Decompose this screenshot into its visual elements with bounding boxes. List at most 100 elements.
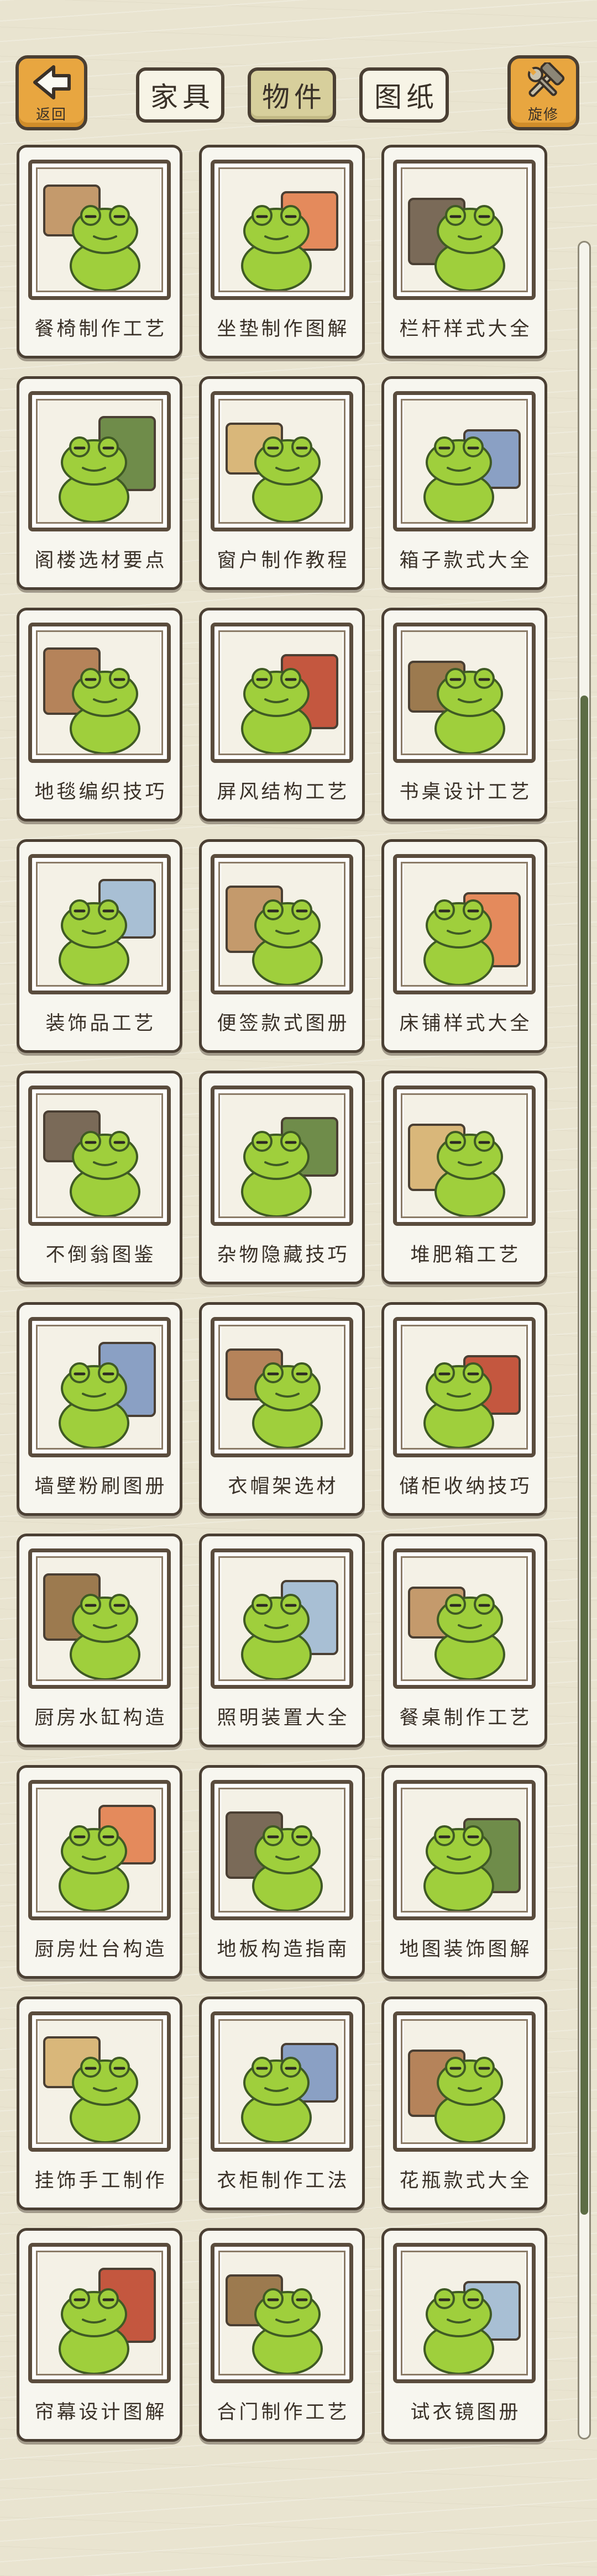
item-card[interactable]: 厨房灶台构造 [17,1765,182,1979]
frog-chair-icon [39,169,160,291]
item-picture-frame [211,391,353,531]
item-picture-frame [393,1548,536,1689]
item-title: 花瓶款式大全 [399,2170,532,2192]
item-card[interactable]: 餐桌制作工艺 [381,1534,547,1747]
back-arrow-icon [33,65,71,99]
item-card[interactable]: 照明装置大全 [199,1534,365,1747]
item-title: 箱子款式大全 [399,550,532,572]
item-picture [401,630,528,755]
item-picture [218,630,345,755]
item-card[interactable]: 厨房水缸构造 [17,1534,182,1747]
frog-hide-icon [221,1095,343,1216]
item-picture-frame [211,1548,353,1689]
item-card[interactable]: 窗户制作教程 [199,376,365,590]
item-picture-frame [28,391,171,531]
frog-coat-rack-icon [221,1326,343,1448]
item-card[interactable]: 阁楼选材要点 [17,376,182,590]
item-card[interactable]: 衣柜制作工法 [199,1996,365,2210]
item-card[interactable]: 书桌设计工艺 [381,608,547,821]
item-picture [218,1556,345,1681]
item-card[interactable]: 墙壁粉刷图册 [17,1302,182,1516]
item-picture-frame [393,2011,536,2152]
item-picture-frame [28,2011,171,2152]
item-picture [218,2251,345,2375]
item-picture-frame [393,160,536,300]
item-picture [36,2019,163,2144]
item-picture-frame [28,2243,171,2383]
item-picture [401,862,528,987]
tab-furniture[interactable]: 家具 [136,67,224,123]
item-title: 阁楼选材要点 [34,550,167,572]
item-picture [401,1093,528,1218]
item-card[interactable]: 餐椅制作工艺 [17,145,182,359]
frog-cushion-icon [221,169,343,291]
item-picture [36,1325,163,1450]
item-picture [401,399,528,524]
item-picture [36,1556,163,1681]
item-title: 试衣镜图册 [410,2401,521,2424]
item-picture-frame [393,1780,536,1920]
item-title: 便签款式图册 [217,1013,350,1035]
item-card[interactable]: 栏杆样式大全 [381,145,547,359]
item-picture-frame [28,1548,171,1689]
item-title: 栏杆样式大全 [399,318,532,340]
item-title: 帘幕设计图解 [34,2401,167,2424]
item-card[interactable]: 衣帽架选材 [199,1302,365,1516]
item-title: 照明装置大全 [217,1707,350,1729]
item-card[interactable]: 花瓶款式大全 [381,1996,547,2210]
item-card[interactable]: 床铺样式大全 [381,839,547,1053]
item-card[interactable]: 杂物隐藏技巧 [199,1071,365,1284]
item-card[interactable]: 帘幕设计图解 [17,2228,182,2442]
frog-screen-icon [221,632,343,754]
item-title: 衣帽架选材 [228,1476,339,1498]
item-picture-frame [211,2243,353,2383]
item-picture [36,167,163,292]
item-picture-frame [211,1317,353,1457]
item-title: 书桌设计工艺 [399,781,532,803]
item-picture-frame [211,623,353,763]
item-title: 不倒翁图鉴 [45,1244,156,1266]
item-card[interactable]: 不倒翁图鉴 [17,1071,182,1284]
item-picture [218,1788,345,1913]
item-picture-frame [211,854,353,994]
scrollbar-track[interactable] [578,241,591,2440]
item-picture-frame [393,854,536,994]
item-card[interactable]: 屏风结构工艺 [199,608,365,821]
item-card[interactable]: 堆肥箱工艺 [381,1071,547,1284]
item-card[interactable]: 储柜收纳技巧 [381,1302,547,1516]
frog-desk-icon [404,632,525,754]
item-picture-frame [28,160,171,300]
frog-map-icon [404,1789,525,1911]
back-button[interactable]: 返回 [15,55,87,130]
item-title: 厨房水缸构造 [34,1707,167,1729]
item-card[interactable]: 试衣镜图册 [381,2228,547,2442]
item-card[interactable]: 装饰品工艺 [17,839,182,1053]
item-card[interactable]: 地毯编织技巧 [17,608,182,821]
item-card[interactable]: 地板构造指南 [199,1765,365,1979]
item-title: 屏风结构工艺 [217,781,350,803]
item-title: 地图装饰图解 [399,1938,532,1961]
tool-button[interactable]: 旋修 [507,55,579,130]
wrench-hammer-icon [527,62,565,97]
item-title: 地毯编织技巧 [34,781,167,803]
item-picture-frame [393,1086,536,1226]
tab-objects[interactable]: 物件 [248,67,336,123]
item-card[interactable]: 地图装饰图解 [381,1765,547,1979]
item-card[interactable]: 便签款式图册 [199,839,365,1053]
item-card[interactable]: 坐垫制作图解 [199,145,365,359]
frog-door-icon [221,2252,343,2374]
frog-carpet-icon [39,632,160,754]
item-card[interactable]: 箱子款式大全 [381,376,547,590]
item-card[interactable]: 合门制作工艺 [199,2228,365,2442]
scrollbar-thumb[interactable] [580,696,588,2215]
item-card[interactable]: 挂饰手工制作 [17,1996,182,2210]
item-title: 衣柜制作工法 [217,2170,350,2192]
tab-blueprints[interactable]: 图纸 [359,67,449,123]
item-picture-frame [211,1780,353,1920]
item-title: 餐椅制作工艺 [34,318,167,340]
item-picture [401,167,528,292]
frog-lamp-icon [221,1558,343,1679]
frog-tumbler-icon [39,1095,160,1216]
item-picture [36,1093,163,1218]
item-picture [218,1093,345,1218]
